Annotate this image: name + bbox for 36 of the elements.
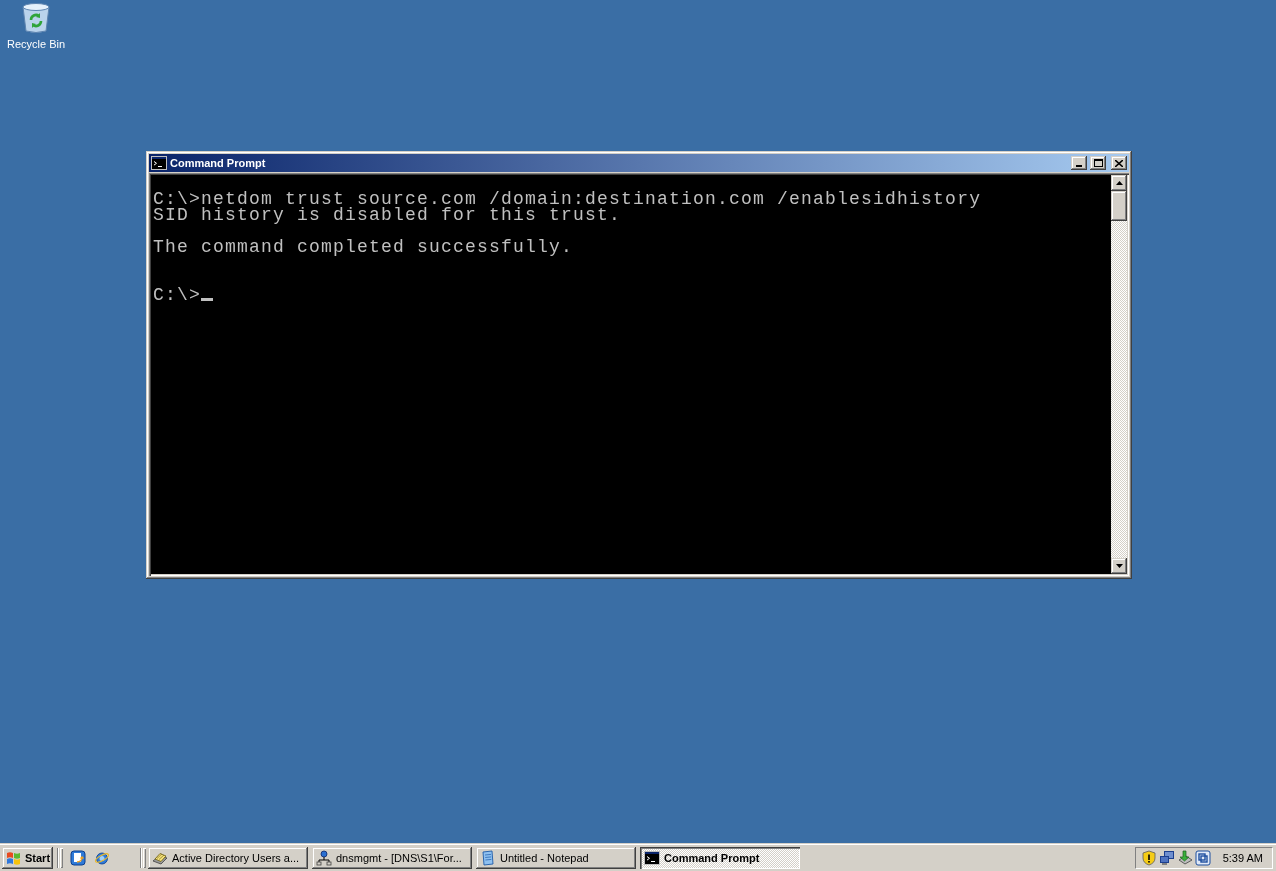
warning-shield-icon[interactable]: [1140, 850, 1157, 866]
device-arrow-icon[interactable]: [1176, 850, 1193, 866]
taskbar-button[interactable]: Command Prompt: [640, 847, 800, 869]
orbit-globe-icon[interactable]: [94, 850, 110, 866]
scrollbar-thumb[interactable]: [1111, 191, 1127, 221]
minimize-icon: [1075, 165, 1082, 167]
close-button[interactable]: [1111, 156, 1127, 170]
recycle-bin-icon[interactable]: [21, 2, 51, 34]
minimize-button[interactable]: [1071, 156, 1087, 170]
network-computers-icon[interactable]: [1158, 850, 1175, 866]
maximize-button[interactable]: [1090, 156, 1106, 170]
window-title: Command Prompt: [170, 156, 267, 170]
console-icon: [151, 156, 167, 170]
clock: 5:39 AM: [1222, 852, 1263, 864]
start-button[interactable]: Start: [2, 847, 53, 869]
flag-icon: [6, 851, 22, 865]
overlapping-squares-icon[interactable]: [1194, 850, 1211, 866]
network-tree-icon: [316, 850, 332, 866]
close-icon: [1115, 159, 1123, 167]
taskbar-button[interactable]: dnsmgmt - [DNS\S1\For...: [312, 847, 472, 869]
console-output-line: SID history is disabled for this trust.: [153, 207, 623, 223]
scroll-up-button[interactable]: [1111, 175, 1127, 191]
maximize-icon: [1093, 159, 1103, 167]
console-prompt: C:\>: [153, 191, 201, 207]
console-output-line: The command completed successfully.: [153, 239, 575, 255]
console-icon: [644, 851, 660, 865]
console-command: netdom trust source.com /domain:destination.com /enablesidhistory: [201, 191, 982, 207]
book-icon: [152, 850, 168, 866]
console-prompt: C:\>: [153, 287, 201, 303]
up-arrow-icon: [1115, 181, 1123, 185]
notepad-icon: [480, 850, 496, 866]
taskbar-button[interactable]: Untitled - Notepad: [476, 847, 636, 869]
taskbar-button[interactable]: Active Directory Users a...: [148, 847, 308, 869]
scroll-down-button[interactable]: [1111, 558, 1127, 574]
down-arrow-icon: [1115, 564, 1123, 568]
icon-label[interactable]: Recycle Bin: [6, 38, 66, 51]
